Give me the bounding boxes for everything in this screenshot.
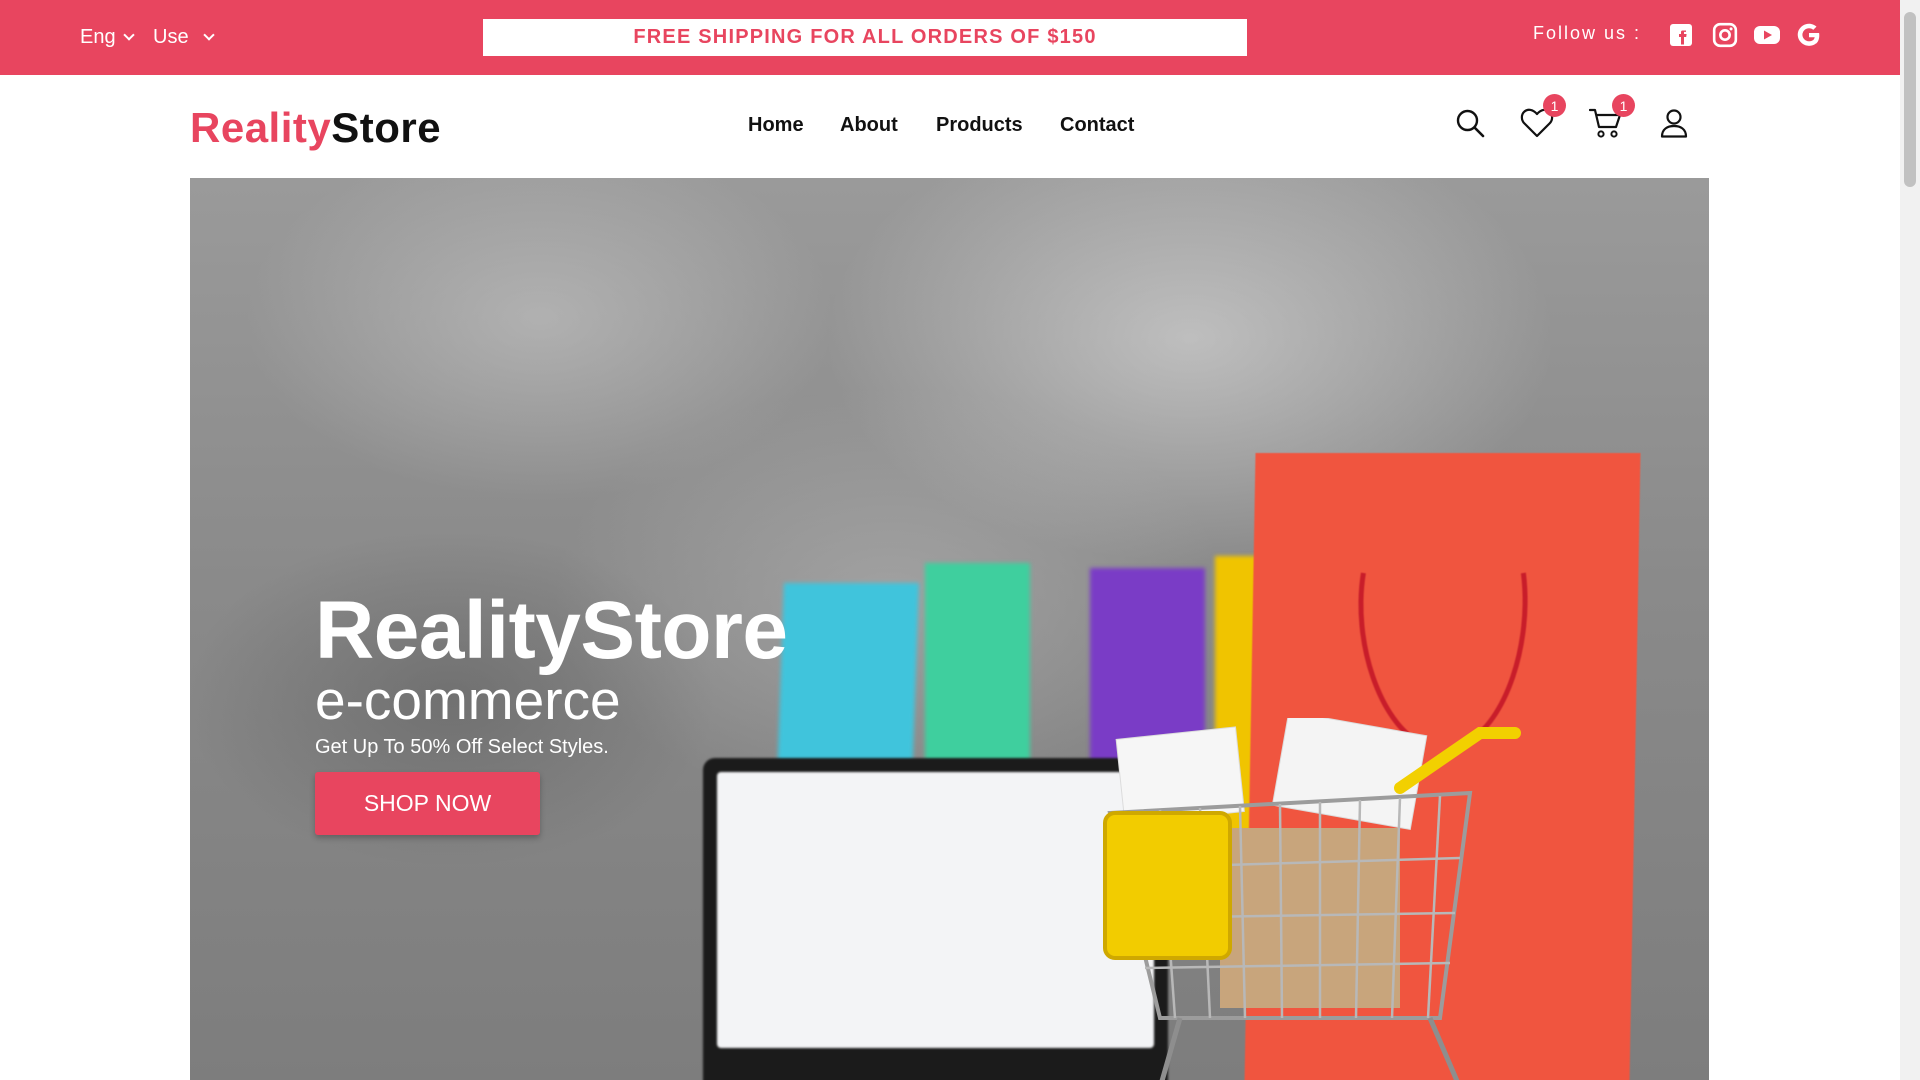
laptop-screen bbox=[717, 772, 1154, 1048]
search-icon bbox=[1456, 109, 1485, 138]
bag-handle bbox=[1358, 572, 1528, 746]
google-icon[interactable] bbox=[1796, 22, 1822, 48]
site-logo[interactable]: RealityStore bbox=[190, 104, 441, 152]
page-scrollbar[interactable] bbox=[1900, 0, 1920, 1080]
facebook-icon[interactable] bbox=[1668, 22, 1694, 48]
hero-subtitle: e-commerce bbox=[315, 669, 621, 731]
language-select[interactable]: Eng bbox=[80, 26, 135, 49]
follow-label: Follow us : bbox=[1533, 23, 1642, 43]
top-bar: Eng Use FREE SHIPPING FOR ALL ORDERS OF … bbox=[0, 0, 1900, 75]
logo-part-reality: Reality bbox=[190, 104, 332, 151]
instagram-icon[interactable] bbox=[1712, 22, 1738, 48]
wishlist-count-badge: 1 bbox=[1543, 94, 1566, 117]
logo-part-store: Store bbox=[331, 104, 442, 151]
youtube-icon[interactable] bbox=[1752, 22, 1782, 48]
laptop-image bbox=[703, 758, 1168, 1080]
nav-home[interactable]: Home bbox=[748, 114, 804, 137]
wishlist-button[interactable]: 1 bbox=[1520, 94, 1566, 140]
promo-banner: FREE SHIPPING FOR ALL ORDERS OF $150 bbox=[483, 19, 1247, 56]
scrollbar-thumb[interactable] bbox=[1904, 12, 1916, 187]
currency-value: Use bbox=[153, 26, 189, 48]
shopping-cart-image bbox=[1103, 718, 1521, 1080]
hero-title: RealityStore bbox=[315, 585, 788, 676]
hero-banner: RealityStore e-commerce Get Up To 50% Of… bbox=[190, 178, 1709, 1080]
promo-text: FREE SHIPPING FOR ALL ORDERS OF $150 bbox=[633, 26, 1097, 48]
cart-count-badge: 1 bbox=[1612, 94, 1635, 117]
search-button[interactable] bbox=[1453, 106, 1487, 140]
language-value: Eng bbox=[80, 26, 116, 48]
cart-button[interactable]: 1 bbox=[1589, 94, 1635, 140]
nav-contact[interactable]: Contact bbox=[1060, 114, 1134, 137]
currency-select[interactable]: Use bbox=[153, 26, 215, 49]
account-button[interactable] bbox=[1657, 106, 1691, 140]
shop-now-button[interactable]: SHOP NOW bbox=[315, 772, 540, 835]
chevron-down-icon bbox=[202, 29, 215, 41]
nav-about[interactable]: About bbox=[840, 114, 898, 137]
hero-offer-text: Get Up To 50% Off Select Styles. bbox=[315, 736, 609, 758]
user-icon bbox=[1660, 109, 1688, 138]
chevron-down-icon bbox=[122, 29, 135, 41]
nav-products[interactable]: Products bbox=[936, 114, 1023, 137]
